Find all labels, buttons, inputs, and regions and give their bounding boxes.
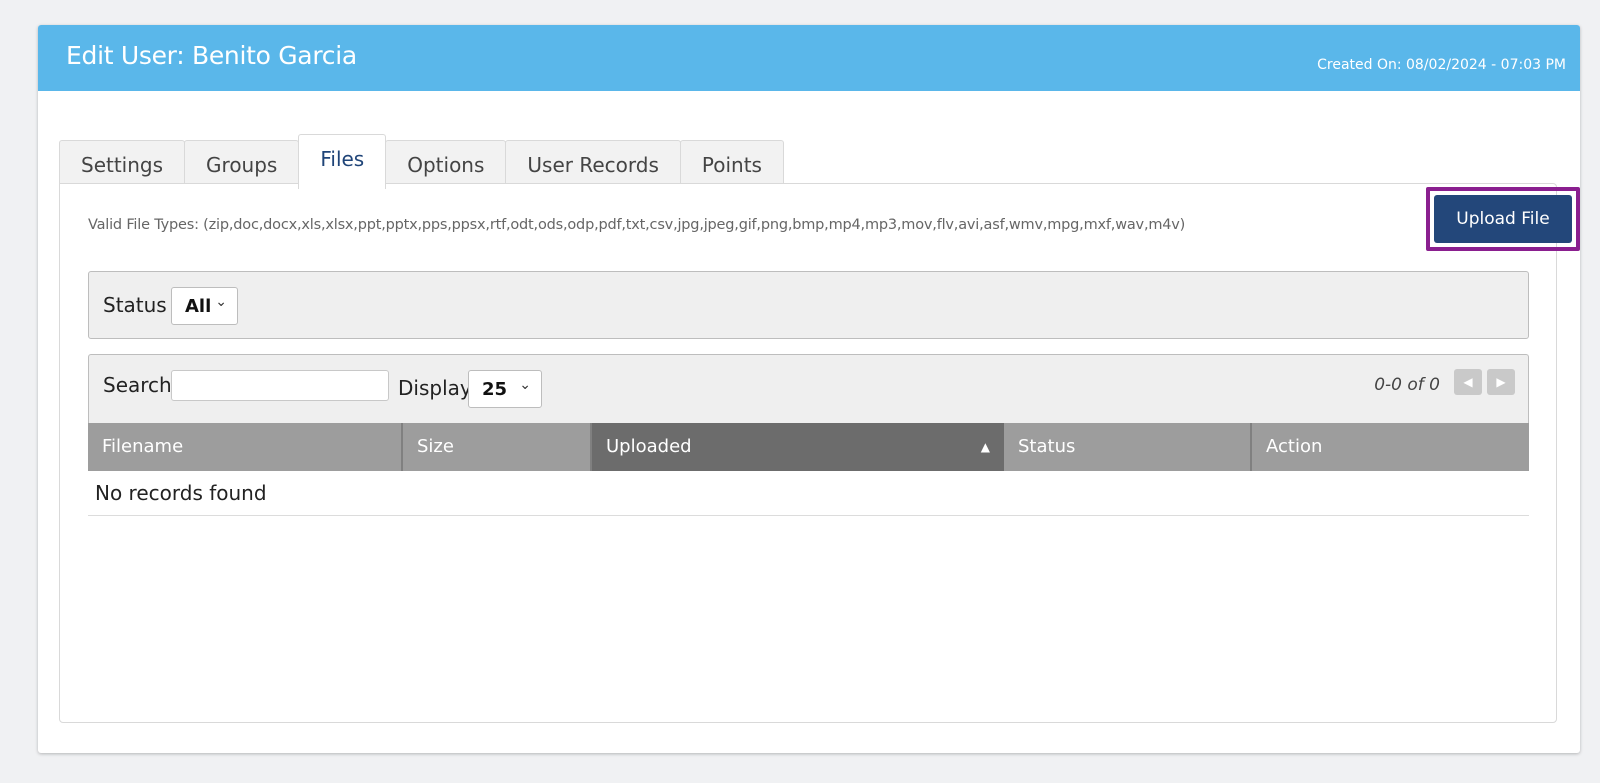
previous-page-button[interactable]: ◀ (1454, 369, 1482, 395)
triangle-left-icon: ◀ (1463, 375, 1473, 389)
column-header-filename[interactable]: Filename (88, 423, 403, 471)
search-label: Search (103, 373, 172, 397)
search-input[interactable] (171, 370, 389, 401)
tab-bar: Settings Groups Files Options User Recor… (59, 134, 784, 189)
upload-button-highlight: Upload File (1426, 187, 1580, 251)
table-header: Filename Size Uploaded ▲ Status Action (88, 423, 1529, 471)
tab-user-records[interactable]: User Records (505, 140, 681, 188)
tab-points[interactable]: Points (679, 140, 784, 188)
files-panel: Valid File Types: (zip,doc,docx,xls,xlsx… (59, 183, 1580, 723)
display-count-select[interactable]: 25 ⌄ (468, 370, 542, 408)
status-filter-label: Status (103, 293, 167, 317)
status-filter-value: All (185, 296, 212, 317)
column-header-uploaded[interactable]: Uploaded ▲ (592, 423, 1004, 471)
next-page-button[interactable]: ▶ (1487, 369, 1515, 395)
column-header-uploaded-label: Uploaded (606, 436, 692, 457)
chevron-down-icon: ⌄ (519, 377, 531, 393)
status-filter-select[interactable]: All ⌄ (171, 287, 238, 325)
pagination-count: 0-0 of 0 (1374, 375, 1440, 395)
tab-options[interactable]: Options (385, 140, 507, 188)
column-header-status[interactable]: Status (1004, 423, 1252, 471)
card-header: Edit User: Benito Garcia Created On: 08/… (38, 25, 1580, 91)
tab-groups[interactable]: Groups (184, 140, 300, 188)
valid-file-types-text: Valid File Types: (zip,doc,docx,xls,xlsx… (88, 217, 1186, 233)
chevron-down-icon: ⌄ (215, 294, 227, 310)
column-header-action[interactable]: Action (1252, 423, 1529, 471)
created-on-timestamp: Created On: 08/02/2024 - 07:03 PM (1317, 57, 1566, 73)
table-empty-row: No records found (88, 471, 1529, 516)
display-label: Display (398, 376, 472, 400)
table-toolbar: Search Display 25 ⌄ 0-0 of 0 ◀ ▶ (88, 354, 1529, 423)
triangle-right-icon: ▶ (1496, 375, 1506, 389)
page-title: Edit User: Benito Garcia (66, 41, 357, 70)
files-table: Search Display 25 ⌄ 0-0 of 0 ◀ ▶ Filenam… (88, 354, 1529, 516)
tab-settings[interactable]: Settings (59, 140, 186, 188)
edit-user-card: Edit User: Benito Garcia Created On: 08/… (38, 25, 1580, 753)
tab-files[interactable]: Files (298, 134, 387, 189)
display-count-value: 25 (482, 379, 508, 400)
status-filter-bar: Status All ⌄ (88, 271, 1529, 339)
sort-ascending-icon: ▲ (980, 440, 990, 454)
upload-file-button[interactable]: Upload File (1434, 195, 1572, 243)
column-header-size[interactable]: Size (403, 423, 592, 471)
